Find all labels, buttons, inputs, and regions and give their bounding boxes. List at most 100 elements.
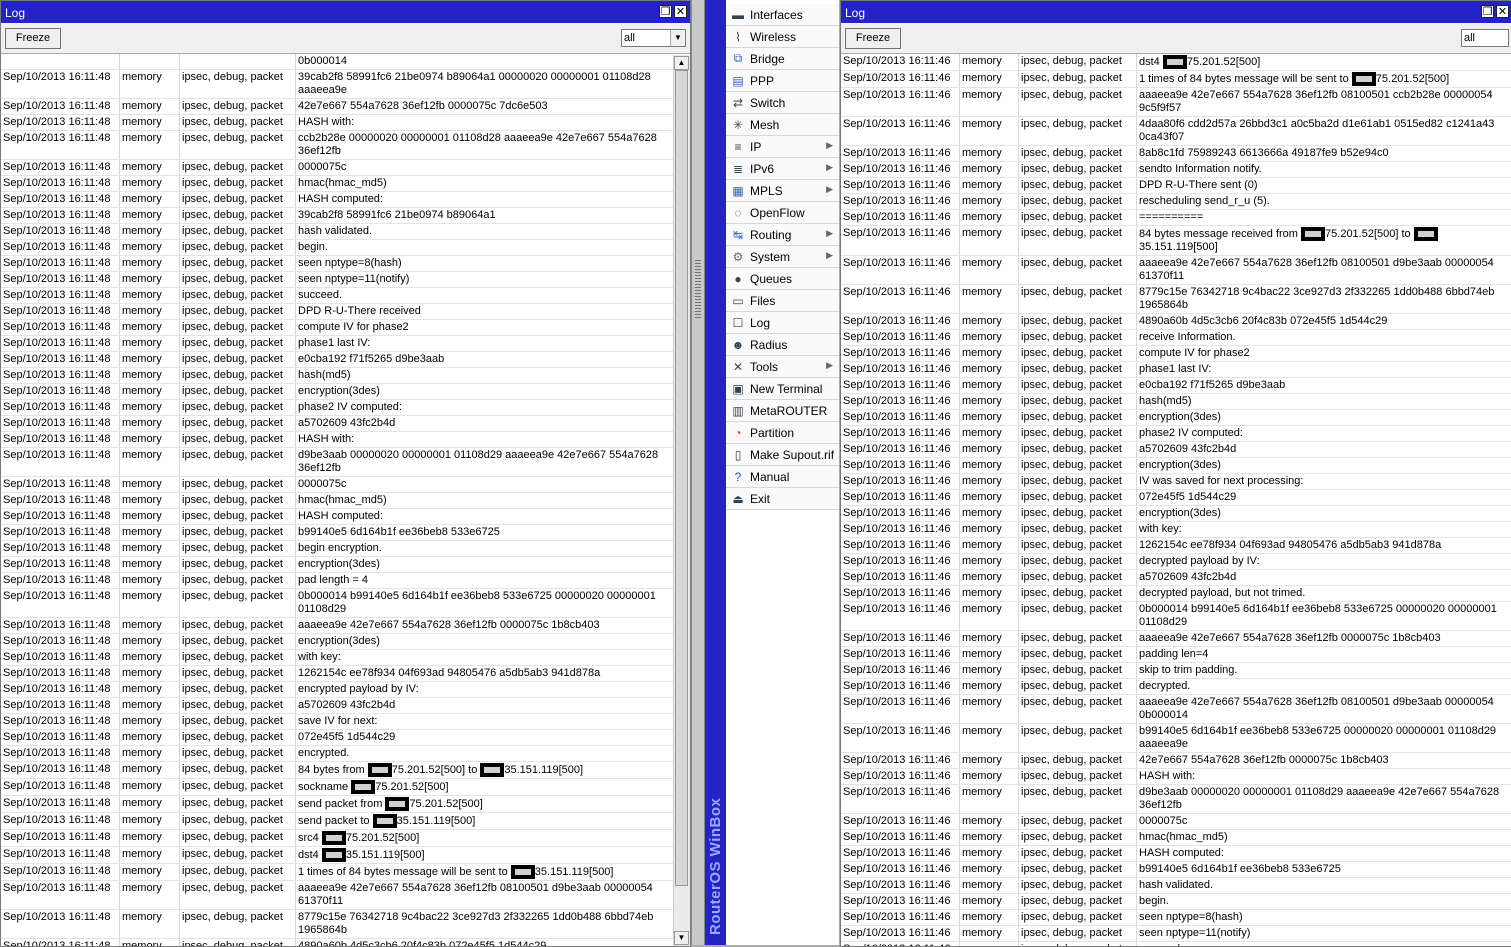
log-row[interactable]: Sep/10/2013 16:11:46memoryipsec, debug, … [841, 926, 1511, 942]
log-row[interactable]: Sep/10/2013 16:11:46memoryipsec, debug, … [841, 942, 1511, 946]
log-row[interactable]: Sep/10/2013 16:11:48 memory ipsec, debug, … [1, 160, 673, 176]
log-row[interactable]: Sep/10/2013 16:11:46memoryipsec, debug, … [841, 846, 1511, 862]
log-row[interactable]: Sep/10/2013 16:11:46memoryipsec, debug, … [841, 226, 1511, 256]
log-row[interactable]: Sep/10/2013 16:11:46memoryipsec, debug, … [841, 522, 1511, 538]
menu-item-openflow[interactable]: ◌ OpenFlow [726, 202, 839, 224]
log-row[interactable]: Sep/10/2013 16:11:48 memory ipsec, debug, … [1, 910, 673, 939]
log-row[interactable]: Sep/10/2013 16:11:46memoryipsec, debug, … [841, 631, 1511, 647]
log-row[interactable]: Sep/10/2013 16:11:48 memory ipsec, debug, … [1, 509, 673, 525]
log-row[interactable]: Sep/10/2013 16:11:48 memory ipsec, debug, … [1, 557, 673, 573]
log-row[interactable]: Sep/10/2013 16:11:46memoryipsec, debug, … [841, 146, 1511, 162]
menu-item-queues[interactable]: ● Queues [726, 268, 839, 290]
menu-item-routing[interactable]: ↹ Routing ▶ [726, 224, 839, 246]
log-row[interactable]: Sep/10/2013 16:11:48 memory ipsec, debug, … [1, 618, 673, 634]
log-row[interactable]: Sep/10/2013 16:11:48 memory ipsec, debug, … [1, 304, 673, 320]
vertical-scrollbar[interactable]: ▲ ▼ [673, 55, 690, 946]
menu-item-mesh[interactable]: ✳ Mesh [726, 114, 839, 136]
log-row[interactable]: Sep/10/2013 16:11:46memoryipsec, debug, … [841, 554, 1511, 570]
log-row[interactable]: Sep/10/2013 16:11:46memoryipsec, debug, … [841, 814, 1511, 830]
menu-item-mpls[interactable]: ▦ MPLS ▶ [726, 180, 839, 202]
log-row[interactable]: Sep/10/2013 16:11:48 memory ipsec, debug, … [1, 272, 673, 288]
log-row[interactable]: Sep/10/2013 16:11:46memoryipsec, debug, … [841, 285, 1511, 314]
menu-item-new-terminal[interactable]: ▣ New Terminal [726, 378, 839, 400]
log-row[interactable]: Sep/10/2013 16:11:48 memory ipsec, debug, … [1, 573, 673, 589]
log-row[interactable]: Sep/10/2013 16:11:48 memory ipsec, debug, … [1, 541, 673, 557]
window-splitter[interactable] [691, 0, 705, 945]
log-row[interactable]: Sep/10/2013 16:11:48 memory ipsec, debug, … [1, 99, 673, 115]
log-row[interactable]: Sep/10/2013 16:11:46memoryipsec, debug, … [841, 878, 1511, 894]
log-row[interactable]: Sep/10/2013 16:11:46memoryipsec, debug, … [841, 458, 1511, 474]
menu-item-ipv6[interactable]: ≣ IPv6 ▶ [726, 158, 839, 180]
log-row[interactable]: Sep/10/2013 16:11:48 memory ipsec, debug, … [1, 240, 673, 256]
scroll-thumb[interactable] [675, 70, 688, 886]
log-row[interactable]: Sep/10/2013 16:11:46memoryipsec, debug, … [841, 586, 1511, 602]
menu-item-make-supout-rif[interactable]: ▯ Make Supout.rif [726, 444, 839, 466]
log-row[interactable]: Sep/10/2013 16:11:48 memory ipsec, debug, … [1, 847, 673, 864]
log-row[interactable]: Sep/10/2013 16:11:48 memory ipsec, debug, … [1, 864, 673, 881]
log-row[interactable]: Sep/10/2013 16:11:46memoryipsec, debug, … [841, 378, 1511, 394]
log-row[interactable]: Sep/10/2013 16:11:46memoryipsec, debug, … [841, 647, 1511, 663]
restore-icon[interactable]: ❐ [1481, 5, 1494, 18]
log-row[interactable]: Sep/10/2013 16:11:46memoryipsec, debug, … [841, 330, 1511, 346]
log-row[interactable]: Sep/10/2013 16:11:48 memory ipsec, debug, … [1, 779, 673, 796]
log-row[interactable]: Sep/10/2013 16:11:48 memory ipsec, debug, … [1, 730, 673, 746]
log-row[interactable]: Sep/10/2013 16:11:46memoryipsec, debug, … [841, 210, 1511, 226]
log-row[interactable]: Sep/10/2013 16:11:46memoryipsec, debug, … [841, 506, 1511, 522]
log-row[interactable]: Sep/10/2013 16:11:48 memory ipsec, debug, … [1, 256, 673, 272]
dropdown-arrow-icon[interactable]: ▼ [670, 30, 685, 46]
log-row[interactable]: Sep/10/2013 16:11:46memoryipsec, debug, … [841, 54, 1511, 71]
log-row[interactable]: Sep/10/2013 16:11:48 memory ipsec, debug, … [1, 477, 673, 493]
log-row[interactable]: Sep/10/2013 16:11:48 memory ipsec, debug, … [1, 416, 673, 432]
log-row[interactable]: Sep/10/2013 16:11:46memoryipsec, debug, … [841, 910, 1511, 926]
log-row[interactable]: Sep/10/2013 16:11:46memoryipsec, debug, … [841, 394, 1511, 410]
log-row[interactable]: Sep/10/2013 16:11:46memoryipsec, debug, … [841, 602, 1511, 631]
log-row[interactable]: Sep/10/2013 16:11:48 memory ipsec, debug, … [1, 714, 673, 730]
log-row[interactable]: Sep/10/2013 16:11:48 memory ipsec, debug, … [1, 746, 673, 762]
log-row[interactable]: Sep/10/2013 16:11:48 memory ipsec, debug, … [1, 881, 673, 910]
menu-item-log[interactable]: ☐ Log [726, 312, 839, 334]
log-window-left-titlebar[interactable]: Log ❐ ✕ [1, 1, 690, 23]
log-row[interactable]: Sep/10/2013 16:11:46memoryipsec, debug, … [841, 663, 1511, 679]
menu-item-system[interactable]: ⚙ System ▶ [726, 246, 839, 268]
log-row[interactable]: Sep/10/2013 16:11:48 memory ipsec, debug, … [1, 589, 673, 618]
log-row[interactable]: 0b000014 [1, 54, 673, 70]
log-row[interactable]: Sep/10/2013 16:11:48 memory ipsec, debug, … [1, 115, 673, 131]
log-row[interactable]: Sep/10/2013 16:11:46memoryipsec, debug, … [841, 88, 1511, 117]
log-row[interactable]: Sep/10/2013 16:11:46memoryipsec, debug, … [841, 474, 1511, 490]
log-row[interactable]: Sep/10/2013 16:11:48 memory ipsec, debug, … [1, 384, 673, 400]
menu-item-bridge[interactable]: ⧉ Bridge [726, 48, 839, 70]
log-row[interactable]: Sep/10/2013 16:11:48 memory ipsec, debug, … [1, 288, 673, 304]
log-row[interactable]: Sep/10/2013 16:11:48 memory ipsec, debug, … [1, 208, 673, 224]
menu-item-interfaces[interactable]: ▬ Interfaces [726, 4, 839, 26]
filter-select[interactable]: all ▼ [621, 29, 686, 47]
log-row[interactable]: Sep/10/2013 16:11:46memoryipsec, debug, … [841, 442, 1511, 458]
log-row[interactable]: Sep/10/2013 16:11:48 memory ipsec, debug, … [1, 448, 673, 477]
log-row[interactable]: Sep/10/2013 16:11:48 memory ipsec, debug, … [1, 432, 673, 448]
log-row[interactable]: Sep/10/2013 16:11:48 memory ipsec, debug, … [1, 336, 673, 352]
log-row[interactable]: Sep/10/2013 16:11:48 memory ipsec, debug, … [1, 224, 673, 240]
log-row[interactable]: Sep/10/2013 16:11:48 memory ipsec, debug, … [1, 682, 673, 698]
menu-item-metarouter[interactable]: ▥ MetaROUTER [726, 400, 839, 422]
menu-item-wireless[interactable]: ⌇ Wireless [726, 26, 839, 48]
log-row[interactable]: Sep/10/2013 16:11:46memoryipsec, debug, … [841, 362, 1511, 378]
log-row[interactable]: Sep/10/2013 16:11:46memoryipsec, debug, … [841, 753, 1511, 769]
log-row[interactable]: Sep/10/2013 16:11:48 memory ipsec, debug, … [1, 650, 673, 666]
log-row[interactable]: Sep/10/2013 16:11:48 memory ipsec, debug, … [1, 634, 673, 650]
scroll-up-icon[interactable]: ▲ [674, 56, 689, 70]
log-row[interactable]: Sep/10/2013 16:11:46memoryipsec, debug, … [841, 830, 1511, 846]
log-row[interactable]: Sep/10/2013 16:11:46memoryipsec, debug, … [841, 894, 1511, 910]
menu-item-ppp[interactable]: ▤ PPP [726, 70, 839, 92]
log-row[interactable]: Sep/10/2013 16:11:46memoryipsec, debug, … [841, 256, 1511, 285]
scroll-down-icon[interactable]: ▼ [674, 931, 689, 945]
log-row[interactable]: Sep/10/2013 16:11:48 memory ipsec, debug, … [1, 666, 673, 682]
log-row[interactable]: Sep/10/2013 16:11:46memoryipsec, debug, … [841, 346, 1511, 362]
log-row[interactable]: Sep/10/2013 16:11:46memoryipsec, debug, … [841, 490, 1511, 506]
log-row[interactable]: Sep/10/2013 16:11:48 memory ipsec, debug, … [1, 70, 673, 99]
close-icon[interactable]: ✕ [674, 5, 687, 18]
log-row[interactable]: Sep/10/2013 16:11:48 memory ipsec, debug, … [1, 525, 673, 541]
log-row[interactable]: Sep/10/2013 16:11:48 memory ipsec, debug, … [1, 368, 673, 384]
log-row[interactable]: Sep/10/2013 16:11:46memoryipsec, debug, … [841, 785, 1511, 814]
filter-select[interactable]: all [1461, 29, 1509, 47]
log-row[interactable]: Sep/10/2013 16:11:46memoryipsec, debug, … [841, 71, 1511, 88]
log-row[interactable]: Sep/10/2013 16:11:48 memory ipsec, debug, … [1, 320, 673, 336]
